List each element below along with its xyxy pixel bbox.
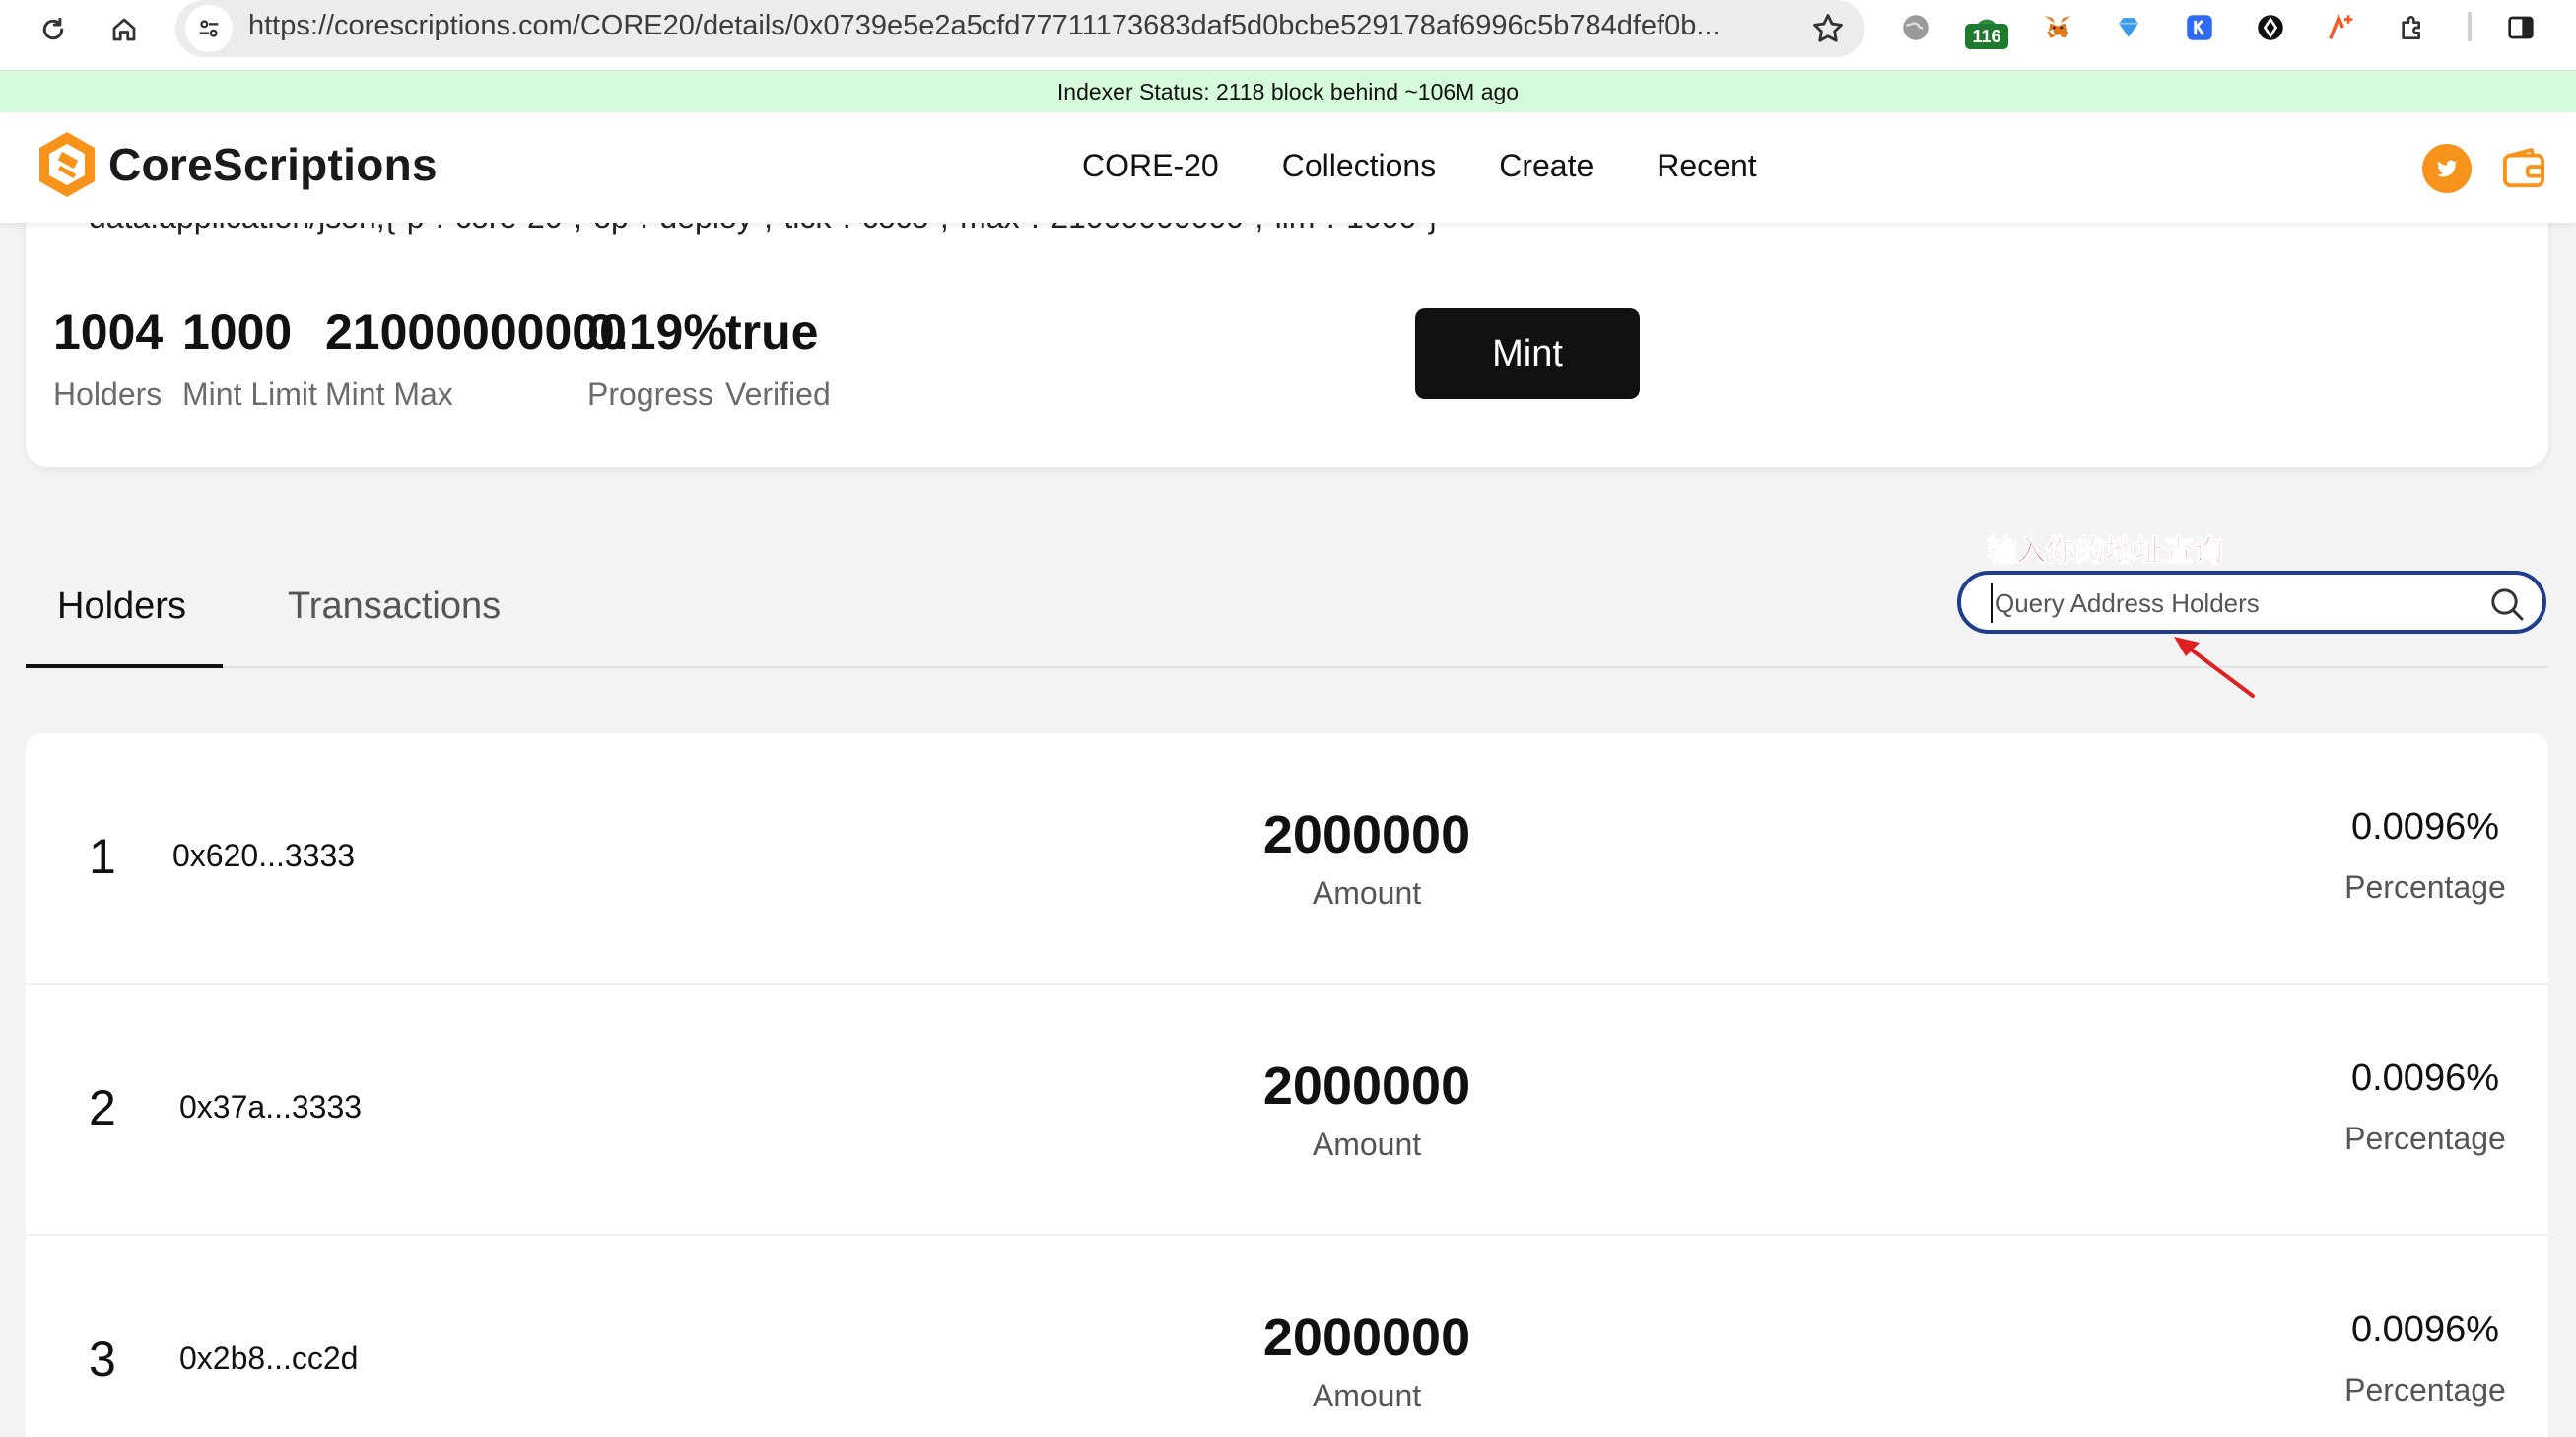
twitter-bird-icon xyxy=(2436,160,2458,177)
stat-value: 1000 xyxy=(182,305,293,360)
puzzle-extensions-icon[interactable] xyxy=(2391,6,2434,49)
stat-mint-limit: 1000 Mint Limit xyxy=(182,308,317,413)
token-info-card: data:application/json,{"p":"core-20","op… xyxy=(26,187,2548,467)
nav-recent[interactable]: Recent xyxy=(1657,148,1756,184)
holder-percentage: 0.0096% xyxy=(2350,1058,2499,1099)
holder-amount: 2000000 xyxy=(1262,1308,1471,1367)
tune-icon[interactable] xyxy=(185,5,233,52)
holder-amount-label: Amount xyxy=(1312,1127,1422,1162)
stat-value: 21000000000 xyxy=(325,305,627,360)
logo-text[interactable]: CoreScriptions xyxy=(108,138,438,191)
holder-percentage-label: Percentage xyxy=(2344,869,2506,905)
search-icon[interactable] xyxy=(2487,584,2527,624)
mint-button[interactable]: Mint xyxy=(1415,308,1640,399)
active-tab-indicator xyxy=(26,664,223,668)
holder-amount: 2000000 xyxy=(1262,805,1471,864)
search-annotation-label: 输入你的地址查询 xyxy=(1987,535,2224,569)
url-text[interactable]: https://corescriptions.com/CORE20/detail… xyxy=(248,10,1786,42)
holder-address[interactable]: 0x620...3333 xyxy=(172,838,355,874)
home-icon[interactable] xyxy=(101,6,148,53)
sparkle-extension-icon[interactable] xyxy=(2320,6,2363,49)
stat-value: true xyxy=(725,305,819,360)
holder-row[interactable]: 3 0x2b8...cc2d 2000000 Amount 0.0096% Pe… xyxy=(26,1236,2548,1437)
k-extension-icon[interactable] xyxy=(2178,6,2221,49)
stat-value: 1004 xyxy=(53,305,164,360)
stat-label: Mint Limit xyxy=(182,376,317,412)
holder-percentage-label: Percentage xyxy=(2344,1121,2506,1156)
address-bar[interactable]: https://corescriptions.com/CORE20/detail… xyxy=(175,0,1864,57)
tab-holders[interactable]: Holders xyxy=(57,585,186,628)
main-nav: CORE-20 Collections Create Recent xyxy=(1082,148,1757,184)
holder-percentage: 0.0096% xyxy=(2350,1309,2499,1350)
holder-amount: 2000000 xyxy=(1262,1057,1471,1116)
annotation-arrow-icon xyxy=(2174,637,2255,698)
diamond-extension-icon[interactable] xyxy=(2107,6,2150,49)
holders-list: 1 0x620...3333 2000000 Amount 0.0096% Pe… xyxy=(26,733,2548,1437)
twitter-button[interactable] xyxy=(2422,144,2472,193)
holder-percentage: 0.0096% xyxy=(2350,806,2499,848)
nav-collections[interactable]: Collections xyxy=(1282,148,1437,184)
stat-mint-max: 21000000000 Mint Max xyxy=(325,308,627,413)
holder-search-input[interactable] xyxy=(1991,583,2464,623)
stat-holders: 1004 Holders xyxy=(53,308,163,413)
holder-row[interactable]: 1 0x620...3333 2000000 Amount 0.0096% Pe… xyxy=(26,733,2548,985)
tab-transactions[interactable]: Transactions xyxy=(288,585,501,628)
holder-search-box[interactable] xyxy=(1957,571,2546,634)
stat-verified: true Verified xyxy=(725,308,831,413)
stat-label: Progress xyxy=(587,376,714,412)
wallet-icon[interactable] xyxy=(2501,148,2546,189)
holder-address[interactable]: 0x37a...3333 xyxy=(179,1089,362,1126)
holder-percentage-label: Percentage xyxy=(2344,1372,2506,1407)
holder-row[interactable]: 2 0x37a...3333 2000000 Amount 0.0096% Pe… xyxy=(26,985,2548,1236)
corescriptions-logo-icon[interactable] xyxy=(35,130,99,199)
globe-extension-icon[interactable] xyxy=(1894,6,1937,49)
bookmark-star-icon[interactable] xyxy=(1809,10,1847,47)
nav-core-20[interactable]: CORE-20 xyxy=(1082,148,1219,184)
browser-toolbar: https://corescriptions.com/CORE20/detail… xyxy=(0,0,2576,71)
reload-icon[interactable] xyxy=(30,6,77,53)
compass-extension-icon[interactable] xyxy=(2249,6,2292,49)
holder-amount-label: Amount xyxy=(1312,875,1422,911)
holder-rank: 3 xyxy=(89,1332,116,1387)
nav-create[interactable]: Create xyxy=(1499,148,1593,184)
stat-label: Verified xyxy=(725,376,831,412)
holder-address[interactable]: 0x2b8...cc2d xyxy=(179,1340,358,1377)
stat-value: 0.19% xyxy=(587,305,727,360)
toolbar-divider xyxy=(2468,12,2472,41)
sidebar-toggle-icon[interactable] xyxy=(2499,6,2542,49)
holder-rank: 1 xyxy=(89,829,116,884)
holder-rank: 2 xyxy=(89,1080,116,1135)
extension-badge-count: 116 xyxy=(1965,24,2008,49)
holder-amount-label: Amount xyxy=(1312,1378,1422,1413)
stat-progress: 0.19% Progress xyxy=(587,308,727,413)
site-header: CoreScriptions CORE-20 Collections Creat… xyxy=(0,112,2576,223)
stat-label: Mint Max xyxy=(325,376,453,412)
stat-label: Holders xyxy=(53,376,163,412)
indexer-status-banner: Indexer Status: 2118 block behind ~106M … xyxy=(0,71,2576,112)
metamask-fox-icon[interactable] xyxy=(2036,6,2079,49)
